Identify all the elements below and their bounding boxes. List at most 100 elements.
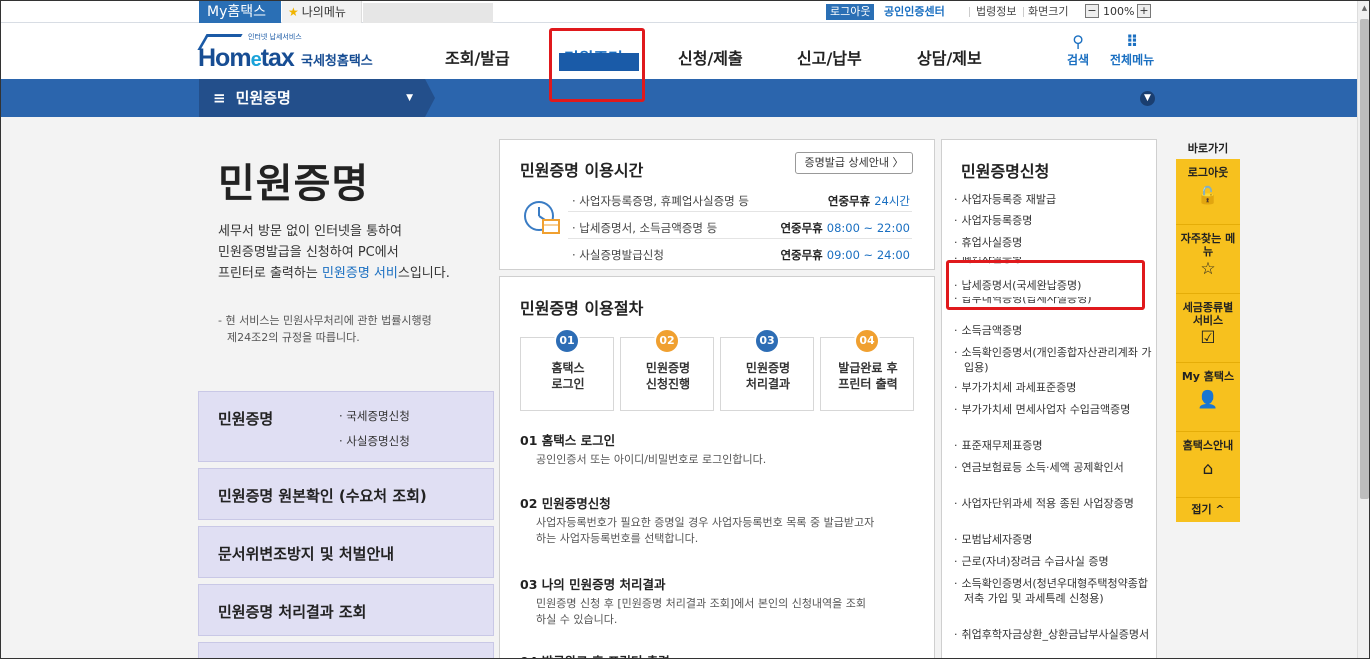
step-detail-text: 공인인증서 또는 아이디/비밀번호로 로그인합니다. — [536, 453, 767, 466]
left-submenu-national-tax[interactable]: · 국세증명신청 — [339, 408, 410, 424]
step-detail-heading: 03 나의 민원증명 처리결과 — [520, 577, 666, 592]
apply-item[interactable]: · 소득확인증명서(청년우대형주택청약종합저축 가입 및 과세특례 신청용) — [954, 576, 1154, 606]
left-menu-original-verify[interactable]: 민원증명 원본확인 (수요처 조회) — [198, 468, 494, 520]
step-label-line: 민원증명 — [645, 361, 691, 375]
hours-row: · 사업자등록증명, 휴폐업사실증명 등 연중무휴 24시간 — [568, 190, 912, 212]
apply-item[interactable]: · 모범납세자증명 — [954, 532, 1154, 547]
step-card-2: 02 민원증명 신청진행 — [620, 328, 714, 411]
hours-row-prefix: 연중무휴 — [780, 248, 827, 262]
left-menu-label: 민원증명 — [218, 410, 274, 428]
left-menu-forgery-prevention[interactable]: 문서위변조방지 및 처벌안내 — [198, 526, 494, 578]
step-label-line: 로그인 — [551, 377, 585, 391]
apply-item-label: 사업자등록증 재발급 — [961, 193, 1057, 206]
band-arrow-shape — [425, 79, 435, 117]
apply-item-label: 소득확인증명서(청년우대형주택청약종합저축 가입 및 과세특례 신청용) — [961, 577, 1148, 605]
section-dropdown[interactable]: ≡ 민원증명 ▼ — [199, 79, 425, 117]
hours-row-value: 09:00 ~ 24:00 — [826, 248, 910, 262]
nav-report-pay[interactable]: 신고/납부 — [797, 45, 862, 69]
bullet: · — [954, 628, 958, 641]
hours-row: · 사실증명발급신청 연중무휴 09:00 ~ 24:00 — [568, 244, 912, 266]
apply-item[interactable]: · 소득금액증명 — [954, 323, 1154, 338]
apply-item[interactable]: · 사업자단위과세 적용 종된 사업장증명 — [954, 496, 1154, 511]
nav-inquiry-issue[interactable]: 조회/발급 — [445, 45, 510, 69]
step-detail-text: 하는 사업자등록번호를 선택합니다. — [536, 532, 699, 545]
zoom-in-button[interactable]: + — [1137, 4, 1151, 18]
note-line-2: 제24조2의 규정을 따릅니다. — [227, 331, 360, 344]
apply-item[interactable]: · 소득확인증명서(개인종합자산관리계좌 가입용) — [954, 345, 1154, 375]
intro-text: 세무서 방문 없이 인터넷을 통하여 민원증명발급을 신청하여 PC에서 프린터… — [218, 221, 450, 284]
apply-item[interactable]: · 부가가치세 면세사업자 수입금액증명 — [954, 402, 1154, 417]
step-label-line: 발급완료 후 — [838, 361, 898, 375]
top-logout-button[interactable]: 로그아웃 — [826, 4, 875, 20]
law-info-link[interactable]: 법령정보 — [976, 4, 1016, 20]
bullet: · — [954, 555, 958, 568]
hours-row-name: · 납세증명서, 소득금액증명 등 — [572, 221, 718, 235]
step-card-3: 03 민원증명 처리결과 — [720, 328, 815, 411]
my-menu-label: 나의메뉴 — [301, 5, 346, 19]
bullet: · — [954, 236, 958, 249]
step-card-1: 01 홈택스 로그인 — [520, 328, 614, 411]
hours-row-value: 08:00 ~ 22:00 — [826, 221, 910, 235]
all-menu-label: 전체메뉴 — [1110, 53, 1155, 67]
divider — [969, 7, 970, 17]
note-line-1: - 현 서비스는 민원사무처리에 관한 법률시행령 — [218, 314, 432, 327]
detail-guide-button[interactable]: 증명발급 상세안내 〉 — [795, 152, 913, 174]
quick-hometax-guide[interactable]: 홈택스안내 ⌂ — [1176, 432, 1240, 498]
quick-my-hometax[interactable]: My 홈택스 👤 — [1176, 363, 1240, 432]
cert-center-link[interactable]: 공인인증센터 — [884, 4, 945, 20]
apply-item[interactable]: · 표준재무제표증명 — [954, 438, 1154, 453]
quick-favorites[interactable]: 자주찾는 메뉴 ☆ — [1176, 225, 1240, 294]
apply-item[interactable]: · 휴업사실증명 — [954, 235, 1154, 250]
nav-apply-submit[interactable]: 신청/제출 — [678, 45, 743, 69]
all-menu-button[interactable]: ⠿ 전체메뉴 — [1110, 33, 1154, 68]
apply-title: 민원증명신청 — [961, 162, 1050, 181]
expand-down-icon[interactable]: ▼ — [1140, 91, 1155, 106]
step-detail-text: 민원증명 신청 후 [민원증명 처리결과 조회]에서 본인의 신청내역을 조회 — [536, 597, 867, 610]
apply-item[interactable]: · 근로(자녀)장려금 수급사실 증명 — [954, 554, 1154, 569]
star-icon: ★ — [288, 5, 299, 19]
section-title: 민원증명 — [235, 89, 291, 107]
hometax-logo[interactable]: 인터넷 납세서비스 Hometax 국세청홈택스 — [197, 32, 383, 76]
scroll-thumb[interactable] — [1360, 19, 1369, 499]
vertical-scrollbar[interactable]: ▲ — [1357, 1, 1369, 658]
quick-tax-services[interactable]: 세금종류별 서비스 ☑ — [1176, 294, 1240, 363]
intro-service-link[interactable]: 민원증명 서비 — [322, 266, 398, 281]
caret-down-icon: ▼ — [406, 93, 413, 103]
apply-item-label: 소득확인증명서(개인종합자산관리계좌 가입용) — [961, 346, 1152, 374]
hours-row-name: · 사실증명발급신청 — [572, 248, 664, 262]
apply-item[interactable]: · 사업자등록증명 — [954, 213, 1154, 228]
intro-line-1: 세무서 방문 없이 인터넷을 통하여 — [218, 224, 402, 239]
apply-item-label: 모범납세자증명 — [961, 533, 1033, 546]
left-submenu-fact-cert[interactable]: · 사실증명신청 — [339, 433, 410, 449]
quick-logout[interactable]: 로그아웃 🔓 — [1176, 159, 1240, 225]
my-menu-tab[interactable]: ★ 나의메뉴 — [282, 1, 362, 23]
quick-collapse-button[interactable]: 접기 ^ — [1176, 498, 1240, 522]
nav-consult-report[interactable]: 상담/제보 — [917, 45, 982, 69]
section-nav-band: ≡ 민원증명 ▼ ▼ — [1, 79, 1357, 117]
procedure-panel: 민원증명 이용절차 01 홈택스 로그인 02 민원증명 신청진행 03 민원증명 처… — [499, 276, 935, 658]
left-menu-result-inquiry[interactable]: 민원증명 처리결과 조회 — [198, 584, 494, 636]
logo-tax: tax — [260, 44, 295, 72]
logo-hom: Hom — [198, 44, 252, 72]
star-outline-icon: ☆ — [1200, 259, 1216, 279]
usage-hours-panel: 민원증명 이용시간 증명발급 상세안내 〉 · 사업자등록증명, 휴폐업사실증명… — [499, 139, 935, 270]
hours-row: · 납세증명서, 소득금액증명 등 연중무휴 08:00 ~ 22:00 — [568, 217, 912, 239]
step-label-line: 민원증명 — [745, 361, 791, 375]
apply-item[interactable]: · 연금보험료등 소득·세액 공제확인서 — [954, 460, 1154, 475]
utility-bar: My홈택스 ★ 나의메뉴 로그아웃 공인인증센터 법령정보 화면크기 − 100%… — [1, 1, 1357, 23]
apply-item-label: 연금보험료등 소득·세액 공제확인서 — [961, 461, 1124, 474]
search-button[interactable]: ⚲ 검색 — [1067, 33, 1089, 68]
apply-item[interactable]: · 취업후학자금상환_상환금납부사실증명서 — [954, 627, 1154, 642]
zoom-out-button[interactable]: − — [1085, 4, 1099, 18]
intro-line-3a: 프린터로 출력하는 — [218, 266, 322, 281]
step-detail-text: 하실 수 있습니다. — [536, 613, 618, 626]
apply-item[interactable]: · 사업자등록증 재발급 — [954, 192, 1154, 207]
my-hometax-tab[interactable]: My홈택스 — [199, 1, 281, 23]
left-menu-civil-cert[interactable]: 민원증명 · 국세증명신청 · 사실증명신청 — [198, 391, 494, 462]
bullet: · — [954, 533, 958, 546]
scroll-up-icon[interactable]: ▲ — [1359, 2, 1369, 14]
apply-item[interactable]: · 부가가치세 과세표준증명 — [954, 380, 1154, 395]
left-menu-more[interactable] — [198, 642, 494, 658]
step-label: 민원증명 처리결과 — [721, 360, 815, 392]
usage-hours-title: 민원증명 이용시간 — [520, 161, 644, 180]
